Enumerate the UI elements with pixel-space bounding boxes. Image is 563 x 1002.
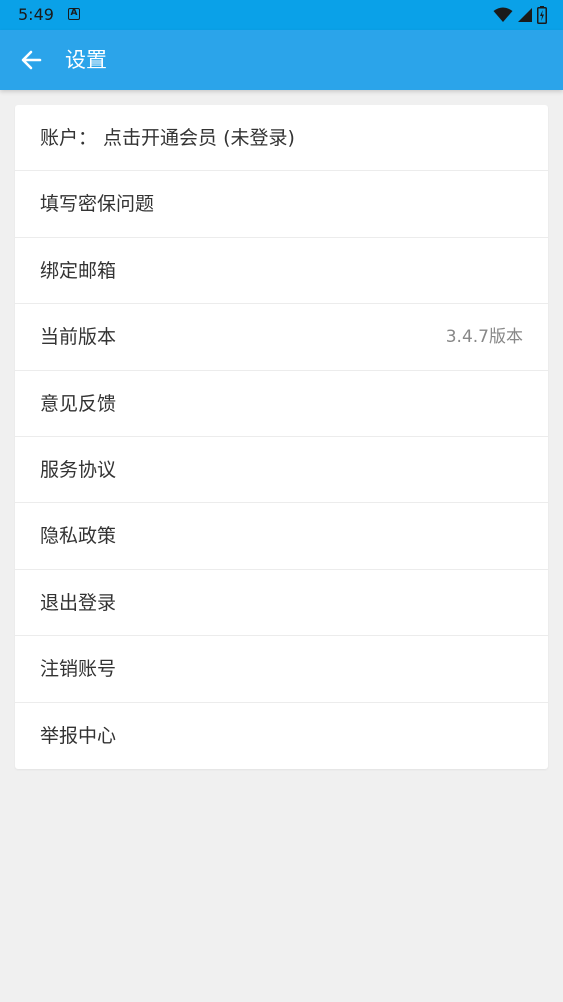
status-bar: 5:49 A bbox=[0, 0, 563, 30]
settings-list: 账户： 点击开通会员 (未登录) 填写密保问题 绑定邮箱 当前版本 3.4.7版… bbox=[15, 105, 548, 769]
settings-item-label: 注销账号 bbox=[40, 658, 117, 681]
settings-item-service-agreement[interactable]: 服务协议 bbox=[15, 437, 548, 504]
version-value: 3.4.7版本 bbox=[445, 327, 523, 348]
notification-app-icon: A bbox=[68, 8, 80, 20]
settings-item-feedback[interactable]: 意见反馈 bbox=[15, 371, 548, 437]
settings-item-label: 隐私政策 bbox=[40, 525, 117, 548]
settings-item-security-question[interactable]: 填写密保问题 bbox=[15, 171, 548, 238]
settings-item-bind-email[interactable]: 绑定邮箱 bbox=[15, 238, 548, 305]
settings-item-label: 意见反馈 bbox=[40, 392, 117, 415]
settings-item-label: 账户： 点击开通会员 (未登录) bbox=[40, 127, 295, 149]
settings-item-report-center[interactable]: 举报中心 bbox=[15, 703, 548, 769]
settings-item-label: 当前版本 bbox=[40, 326, 117, 349]
status-time: 5:49 bbox=[18, 5, 54, 24]
settings-item-logout[interactable]: 退出登录 bbox=[15, 570, 548, 637]
settings-item-label: 服务协议 bbox=[40, 458, 117, 481]
status-icons bbox=[493, 6, 547, 24]
arrow-left-icon[interactable] bbox=[18, 46, 46, 74]
wifi-icon bbox=[493, 7, 513, 22]
signal-icon bbox=[518, 8, 532, 22]
settings-item-privacy-policy[interactable]: 隐私政策 bbox=[15, 503, 548, 570]
settings-item-version[interactable]: 当前版本 3.4.7版本 bbox=[15, 304, 548, 371]
app-bar: 设置 bbox=[0, 30, 563, 90]
page-title: 设置 bbox=[65, 48, 107, 72]
settings-item-label: 退出登录 bbox=[40, 591, 117, 614]
settings-item-label: 举报中心 bbox=[40, 724, 117, 747]
battery-icon bbox=[537, 6, 547, 24]
settings-item-delete-account[interactable]: 注销账号 bbox=[15, 636, 548, 703]
settings-item-label: 填写密保问题 bbox=[40, 193, 155, 216]
settings-item-account[interactable]: 账户： 点击开通会员 (未登录) bbox=[15, 105, 548, 172]
settings-item-label: 绑定邮箱 bbox=[40, 259, 117, 282]
